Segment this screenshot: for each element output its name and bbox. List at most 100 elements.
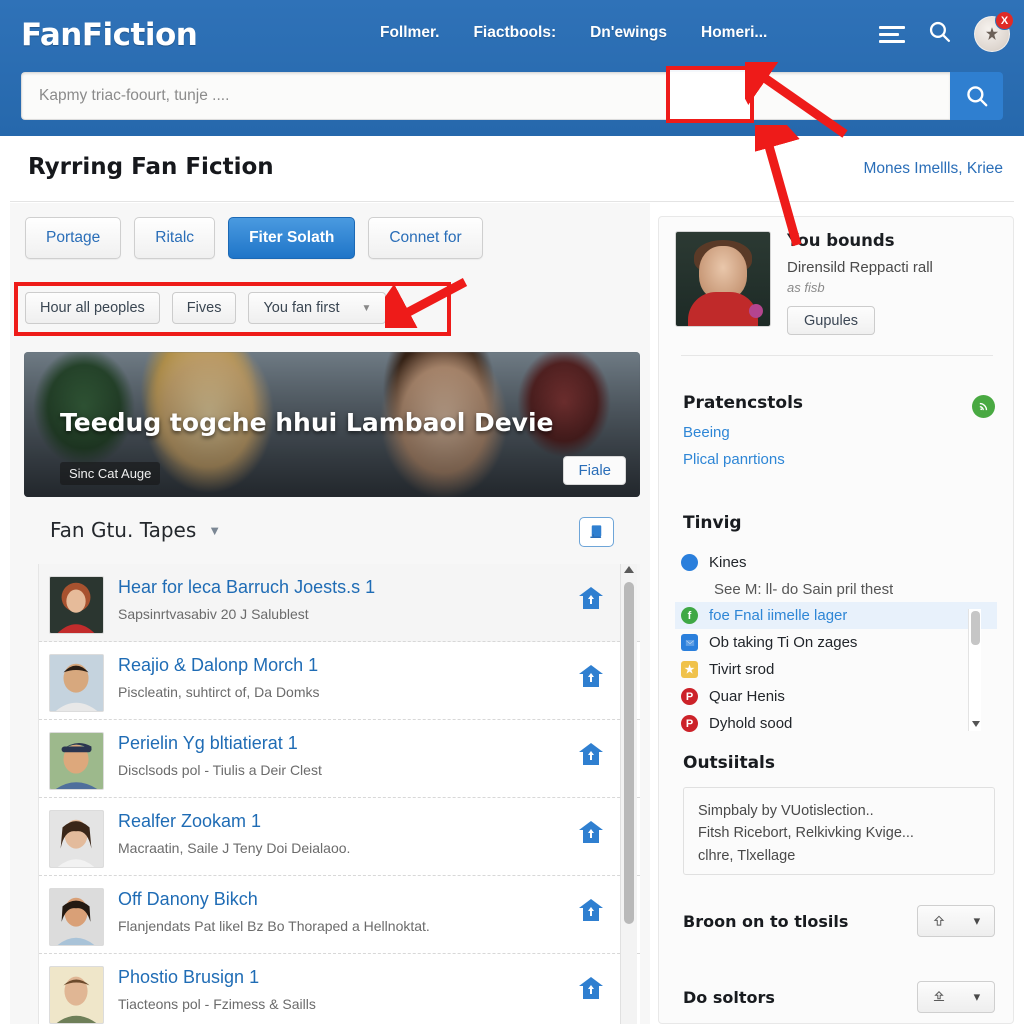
select-label: Broon on to tlosils	[683, 911, 849, 931]
brand-logo[interactable]: FanFiction	[21, 17, 198, 53]
avatar	[49, 732, 104, 790]
section-link-0[interactable]: Beeing	[683, 424, 730, 441]
scroll-down-arrow-icon[interactable]	[972, 721, 980, 727]
trending-item-0[interactable]: Kines	[675, 549, 997, 576]
save-book-icon[interactable]	[579, 517, 614, 547]
chevron-down-icon[interactable]: ▼	[208, 523, 221, 538]
search-icon[interactable]	[927, 19, 952, 49]
tab-fiter-solath[interactable]: Fiter Solath	[228, 217, 356, 259]
select-button-broon[interactable]: ▾	[917, 905, 995, 937]
notification-badge: X	[995, 11, 1014, 30]
filter-pill-hour-all-peoples[interactable]: Hour all peoples	[25, 292, 160, 324]
list-item[interactable]: Realfer Zookam 1 Macraatin, Saile J Teny…	[39, 798, 640, 876]
chevron-down-icon: ▼	[361, 302, 372, 314]
upload-home-icon[interactable]	[578, 820, 604, 844]
chevron-down-icon: ▾	[973, 989, 981, 1004]
list-item[interactable]: Perielin Yg bltiatierat 1 Disclsods pol …	[39, 720, 640, 798]
upload-home-icon[interactable]	[578, 586, 604, 610]
trending-item-label: Kines	[709, 554, 747, 571]
nav-item-2[interactable]: Dn'ewings	[590, 24, 667, 42]
trending-note: See M: ll- do Sain pril thest	[675, 576, 997, 602]
upload-home-icon[interactable]	[578, 898, 604, 922]
list-item-text: Phostio Brusign 1 Tiacteons pol - Fzimes…	[118, 964, 640, 1012]
trending-item-5[interactable]: P Quar Henis	[675, 683, 997, 710]
trending-scrollbar[interactable]	[968, 609, 981, 731]
pinterest-icon: P	[681, 688, 698, 705]
list-item[interactable]: Hear for leca Barruch Joests.s 1 Sapsinr…	[39, 564, 640, 642]
page-title: Ryrring Fan Fiction	[28, 154, 274, 180]
list-item-title[interactable]: Reajio & Dalonp Morch 1	[118, 654, 640, 677]
titlebar-right-link[interactable]: Mones Imellls, Kriee	[863, 160, 1003, 178]
list-scrollbar[interactable]	[620, 564, 637, 1024]
header-icon-group: X	[879, 11, 1014, 52]
hero-banner[interactable]: Teedug togche hhui Lambaol Devie Sinc Ca…	[24, 352, 640, 497]
avatar	[49, 576, 104, 634]
section-title-tinvig: Tinvig	[683, 513, 742, 533]
nav-item-1[interactable]: Fiactbools:	[473, 24, 556, 42]
section-title-pratencstols: Pratencstols	[683, 393, 804, 413]
outsitals-card: Simpbaly by VUotislection.. Fitsh Ricebo…	[683, 787, 995, 875]
app-header: FanFiction Follmer. Fiactbools: Dn'ewing…	[0, 0, 1024, 136]
tab-connet-for[interactable]: Connet for	[368, 217, 483, 259]
profile-action-button[interactable]: Gupules	[787, 306, 876, 336]
scroll-up-arrow-icon[interactable]	[624, 566, 634, 573]
avatar	[49, 654, 104, 712]
rss-icon[interactable]	[972, 395, 995, 418]
list-item-title[interactable]: Phostio Brusign 1	[118, 966, 640, 989]
trending-item-label: Dyhold sood	[709, 715, 793, 732]
section-link-1[interactable]: Plical panrtions	[683, 451, 785, 468]
upload-home-icon[interactable]	[578, 664, 604, 688]
tab-portage[interactable]: Portage	[25, 217, 122, 259]
trending-item-3[interactable]: Ob taking Ti On zages	[675, 629, 997, 656]
profile-card: You bounds Dirensild Reppacti rall as fi…	[675, 231, 997, 336]
trending-item-6[interactable]: P Dyhold sood	[675, 710, 997, 737]
right-sidebar: You bounds Dirensild Reppacti rall as fi…	[658, 216, 1014, 1024]
hamburger-icon[interactable]	[879, 25, 905, 43]
trending-item-2[interactable]: f foe Fnal iimelle lager	[675, 602, 997, 629]
list-header[interactable]: Fan Gtu. Tapes ▼	[50, 518, 221, 542]
filter-pill-label: Fives	[186, 300, 222, 316]
top-navigation: Follmer. Fiactbools: Dn'ewings Homeri...	[380, 24, 767, 42]
list-item-subtitle: Piscleatin, suhtirct of, Da Domks	[118, 683, 320, 700]
search-submit-button[interactable]	[950, 72, 1003, 120]
tab-ritalc[interactable]: Ritalc	[134, 217, 216, 259]
filter-pill-fives[interactable]: Fives	[171, 292, 237, 324]
scrollbar-thumb[interactable]	[971, 611, 980, 645]
list-item-text: Realfer Zookam 1 Macraatin, Saile J Teny…	[118, 808, 640, 856]
avatar	[49, 888, 104, 946]
list-item-title[interactable]: Realfer Zookam 1	[118, 810, 640, 833]
section-title-outsitals: Outsiitals	[683, 753, 775, 773]
profile-photo	[675, 231, 771, 327]
nav-item-3[interactable]: Homeri...	[701, 24, 767, 42]
list-item[interactable]: Reajio & Dalonp Morch 1 Piscleatin, suht…	[39, 642, 640, 720]
profile-info: You bounds Dirensild Reppacti rall as fi…	[787, 231, 933, 336]
annotation-box-search-region	[666, 66, 754, 123]
trending-item-label: foe Fnal iimelle lager	[709, 607, 848, 624]
scrollbar-thumb[interactable]	[624, 582, 634, 924]
trending-item-label: Quar Henis	[709, 688, 785, 705]
filter-pill-label: You fan first	[263, 300, 340, 316]
profile-name: You bounds	[787, 231, 895, 250]
upload-home-icon[interactable]	[578, 976, 604, 1000]
hero-button[interactable]: Fiale	[563, 456, 626, 485]
upload-home-icon[interactable]	[578, 742, 604, 766]
avatar[interactable]: X	[974, 11, 1014, 52]
list-item[interactable]: Off Danony Bikch Flanjendats Pat likel B…	[39, 876, 640, 954]
list-item-title[interactable]: Perielin Yg bltiatierat 1	[118, 732, 640, 755]
trending-note-label: See M: ll- do Sain pril thest	[714, 580, 894, 598]
search-input[interactable]: Kapmy triac-foourt, tunje ....	[21, 72, 950, 120]
upload-icon	[933, 915, 945, 926]
list-item-title[interactable]: Off Danony Bikch	[118, 888, 640, 911]
story-list: Hear for leca Barruch Joests.s 1 Sapsinr…	[38, 564, 640, 1024]
nav-item-0[interactable]: Follmer.	[380, 24, 439, 42]
profile-description: Dirensild Reppacti rall	[787, 259, 933, 276]
list-item[interactable]: Phostio Brusign 1 Tiacteons pol - Fzimes…	[39, 954, 640, 1024]
blue-dot-icon	[681, 554, 698, 571]
list-item-text: Perielin Yg bltiatierat 1 Disclsods pol …	[118, 730, 640, 778]
select-button-do-soltors[interactable]: ▾	[917, 981, 995, 1013]
list-item-title[interactable]: Hear for leca Barruch Joests.s 1	[118, 576, 640, 599]
trending-item-4[interactable]: ★ Tivirt srod	[675, 656, 997, 683]
list-item-text: Hear for leca Barruch Joests.s 1 Sapsinr…	[118, 574, 640, 622]
filter-pill-you-fan-first[interactable]: You fan first ▼	[248, 292, 387, 324]
list-item-subtitle: Sapsinrtvasabiv 20 J Salublest	[118, 605, 309, 622]
